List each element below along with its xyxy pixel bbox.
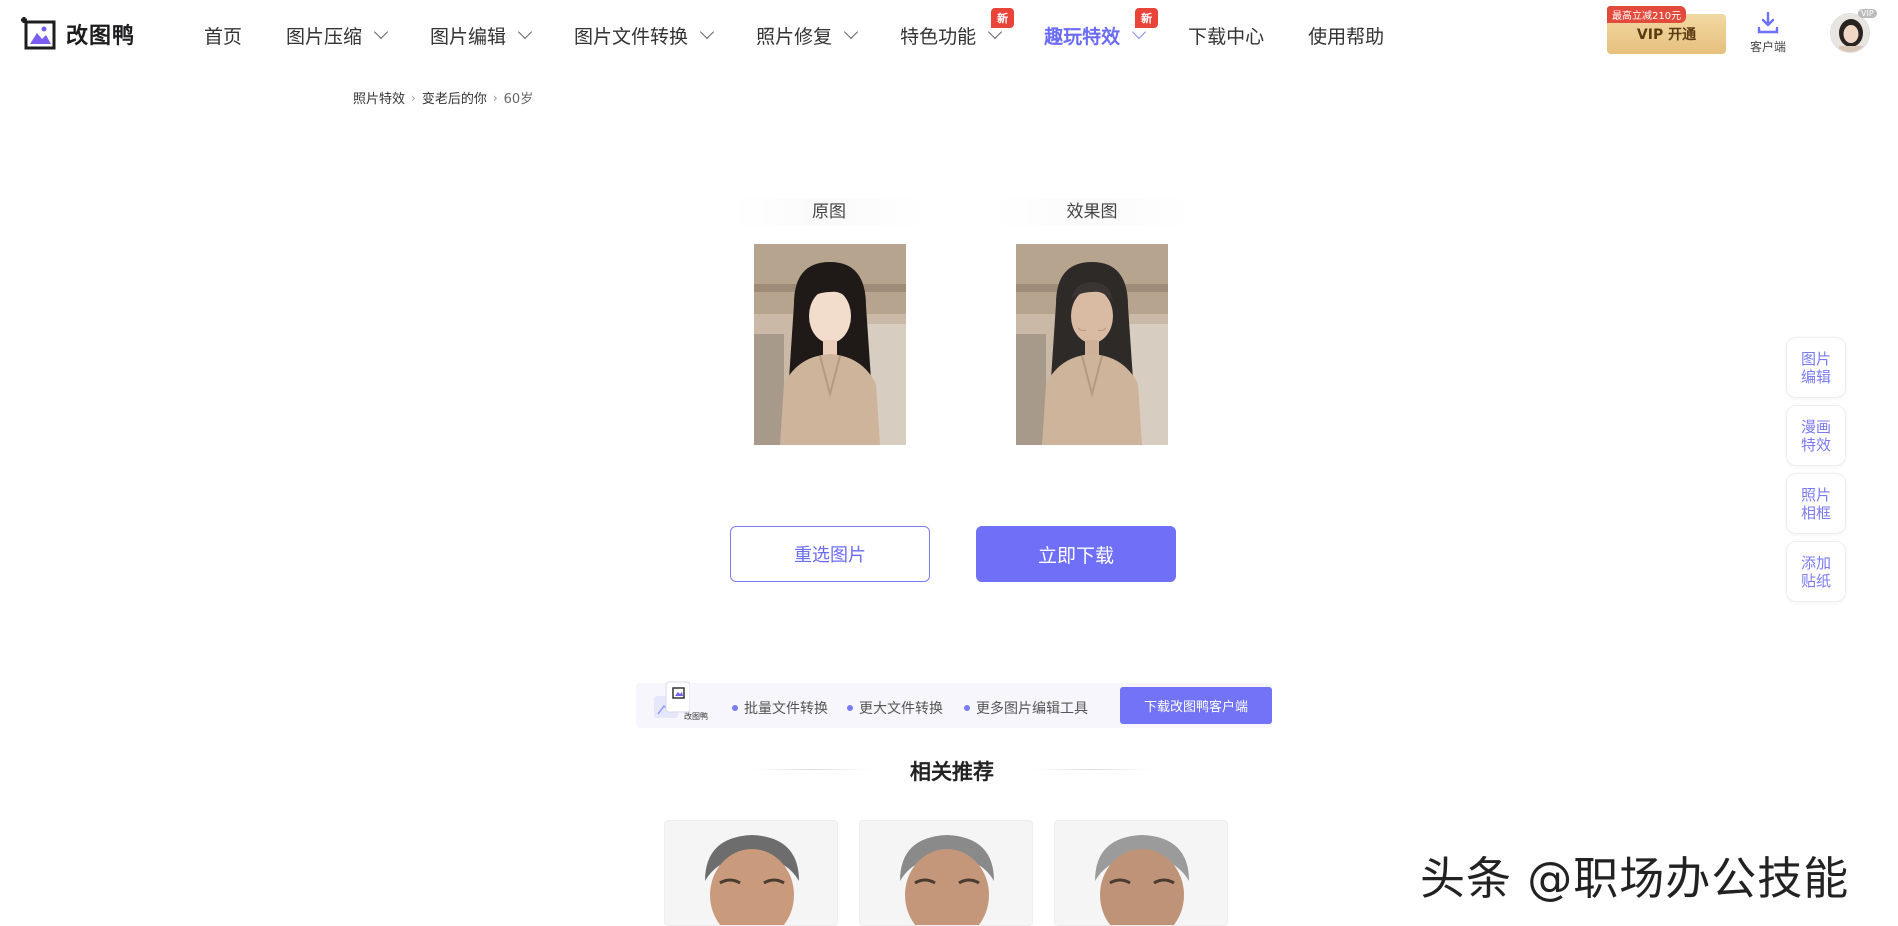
side-item-comic-effect[interactable]: 漫画 特效 [1786, 405, 1846, 466]
download-icon [1757, 11, 1779, 34]
nav-image-edit[interactable]: 图片编辑 [430, 22, 533, 48]
result-photo [1016, 244, 1168, 445]
client-promo-banner: 改图鸭 批量文件转换 更大文件转换 更多图片编辑工具 下载改图鸭客户端 [636, 681, 1272, 728]
breadcrumb: 照片特效 › 变老后的你 › 60岁 [353, 88, 534, 108]
new-badge: 新 [1135, 8, 1159, 28]
nav-download-center-label: 下载中心 [1188, 25, 1265, 48]
chevron-down-icon [373, 24, 389, 40]
top-header: 改图鸭 首页 图片压缩 图片编辑 图片文件转换 照片修复 特色功能新 趣玩特效新… [0, 0, 1898, 68]
nav-download-center[interactable]: 下载中心 [1188, 22, 1264, 48]
side-item-label: 图片 [1800, 349, 1831, 368]
chevron-down-icon [699, 24, 715, 40]
nav-file-convert-label: 图片文件转换 [574, 25, 689, 48]
side-item-label: 相框 [1800, 503, 1831, 522]
portrait-aged-image [1016, 244, 1168, 445]
logo-icon [21, 17, 56, 50]
main-nav: 首页 图片压缩 图片编辑 图片文件转换 照片修复 特色功能新 趣玩特效新 下载中… [204, 8, 1428, 48]
related-title: 相关推荐 [910, 760, 994, 784]
related-thumb[interactable] [859, 820, 1033, 926]
app-name: 改图鸭 [66, 24, 136, 49]
side-item-label: 漫画 [1800, 417, 1831, 436]
nav-photo-repair[interactable]: 照片修复 [756, 22, 859, 48]
feature-label: 更多图片编辑工具 [976, 701, 1088, 717]
nav-home-label: 首页 [204, 25, 243, 48]
reselect-image-button[interactable]: 重选图片 [730, 526, 930, 582]
nav-image-compress[interactable]: 图片压缩 [286, 22, 389, 48]
aged-man-thumbnail [860, 821, 1032, 925]
side-item-label: 特效 [1800, 435, 1831, 454]
side-dock: 图片 编辑 漫画 特效 照片 相框 添加 贴纸 [1786, 337, 1846, 609]
nav-photo-repair-label: 照片修复 [756, 25, 833, 48]
nav-file-convert[interactable]: 图片文件转换 [574, 22, 715, 48]
chevron-right-icon: › [492, 90, 498, 105]
side-item-label: 贴纸 [1800, 571, 1831, 590]
breadcrumb-item[interactable]: 照片特效 [353, 88, 405, 107]
nav-image-edit-label: 图片编辑 [430, 25, 507, 48]
chevron-right-icon: › [411, 90, 416, 105]
vip-promo-tag: 最高立减210元 [1607, 6, 1687, 23]
side-item-add-sticker[interactable]: 添加 贴纸 [1786, 541, 1846, 602]
feature-batch-convert: 批量文件转换 [732, 698, 828, 718]
original-photo [754, 244, 906, 445]
nav-fun-effects-label: 趣玩特效 [1044, 25, 1121, 48]
user-avatar-icon [1831, 14, 1869, 52]
download-client-label: 下载改图鸭客户端 [1143, 700, 1248, 715]
breadcrumb-current: 60岁 [503, 92, 534, 107]
breadcrumb-item[interactable]: 变老后的你 [422, 88, 487, 107]
original-label: 原图 [731, 198, 927, 226]
reselect-label: 重选图片 [794, 545, 866, 566]
feature-label: 批量文件转换 [744, 701, 828, 717]
nav-image-compress-label: 图片压缩 [286, 25, 363, 48]
nav-special-features[interactable]: 特色功能新 [900, 8, 1015, 48]
download-label: 立即下载 [1037, 544, 1114, 567]
chevron-down-icon [517, 24, 533, 40]
feature-larger-files: 更大文件转换 [847, 698, 943, 718]
nav-help[interactable]: 使用帮助 [1308, 22, 1384, 48]
side-item-image-edit[interactable]: 图片 编辑 [1786, 337, 1846, 398]
download-now-button[interactable]: 立即下载 [976, 526, 1176, 582]
divider [1032, 769, 1152, 770]
new-badge: 新 [991, 8, 1015, 28]
side-item-label: 添加 [1800, 553, 1831, 572]
bullet-icon [732, 705, 738, 711]
feature-more-tools: 更多图片编辑工具 [964, 698, 1088, 718]
bullet-icon [964, 705, 970, 711]
portrait-young-image [754, 244, 906, 445]
client-icon-label: 改图鸭 [684, 712, 708, 721]
download-client-button[interactable]: 下载改图鸭客户端 [1120, 687, 1272, 724]
feature-label: 更大文件转换 [859, 701, 943, 717]
aged-man-thumbnail [1055, 821, 1227, 925]
aged-man-thumbnail [665, 821, 837, 925]
watermark-overlay: 头条 @职场办公技能 [1420, 852, 1850, 905]
side-item-label: 编辑 [1800, 367, 1831, 386]
client-label: 客户端 [1749, 40, 1786, 54]
side-item-photo-frame[interactable]: 照片 相框 [1786, 473, 1846, 534]
result-label: 效果图 [994, 198, 1190, 226]
avatar[interactable] [1830, 13, 1870, 53]
nav-fun-effects[interactable]: 趣玩特效新 [1044, 8, 1159, 48]
avatar-vip-badge: VIP [1858, 9, 1877, 18]
client-download-button[interactable]: 客户端 [1744, 10, 1792, 55]
chevron-down-icon [844, 24, 859, 40]
related-thumb[interactable] [1054, 820, 1228, 926]
related-thumb[interactable] [664, 820, 838, 926]
nav-special-features-label: 特色功能 [900, 25, 977, 48]
bullet-icon [847, 705, 853, 711]
side-item-label: 照片 [1800, 485, 1831, 504]
nav-help-label: 使用帮助 [1308, 25, 1385, 48]
vip-button-label: VIP 开通 [1636, 27, 1697, 43]
nav-home[interactable]: 首页 [204, 22, 242, 48]
app-logo[interactable]: 改图鸭 [20, 16, 135, 52]
